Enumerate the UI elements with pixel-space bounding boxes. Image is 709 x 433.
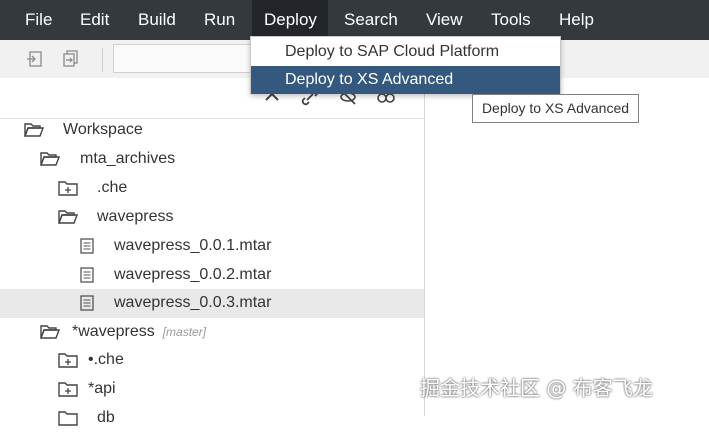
- watermark: 掘金技术社区 @ 布客飞龙: [420, 376, 653, 400]
- branch-label: [master]: [162, 325, 207, 339]
- tree-label: wavepress: [97, 208, 174, 225]
- tree-item-api[interactable]: *api: [0, 375, 424, 404]
- tree-label: *wavepress [master]: [72, 323, 206, 341]
- import-icon[interactable]: [26, 50, 44, 68]
- menu-bar: File Edit Build Run Deploy Search View T…: [0, 0, 709, 40]
- tree-item-wavepress-folder[interactable]: wavepress: [0, 203, 424, 232]
- export-icon[interactable]: [62, 50, 80, 68]
- tree-item-mta-archives[interactable]: mta_archives: [0, 145, 424, 174]
- tooltip: Deploy to XS Advanced: [472, 94, 639, 123]
- folder-open-icon: [24, 123, 44, 137]
- file-icon: [80, 295, 94, 311]
- folder-closed-icon: [58, 353, 78, 368]
- menu-item-deploy-scp[interactable]: Deploy to SAP Cloud Platform: [251, 38, 560, 66]
- tree-item-che[interactable]: .che: [0, 174, 424, 203]
- project-name: wavepress: [78, 323, 155, 340]
- folder-open-icon: [40, 325, 60, 339]
- file-icon: [80, 238, 94, 254]
- tree-item-db[interactable]: db: [0, 404, 424, 433]
- folder-closed-icon: [58, 382, 78, 397]
- menu-edit[interactable]: Edit: [70, 0, 120, 40]
- tree-item-file-3[interactable]: wavepress_0.0.3.mtar: [0, 289, 424, 318]
- menu-run[interactable]: Run: [194, 0, 244, 40]
- folder-closed-icon: [58, 411, 78, 426]
- menu-file[interactable]: File: [14, 0, 65, 40]
- tree-label: .che: [97, 179, 128, 196]
- toolbar-separator: [102, 48, 103, 72]
- file-icon: [80, 267, 94, 283]
- tree-label: *api: [88, 380, 116, 398]
- tree-label: mta_archives: [80, 150, 176, 167]
- tree-item-file-2[interactable]: wavepress_0.0.2.mtar: [0, 261, 424, 290]
- tree-label: •.che: [88, 351, 124, 368]
- folder-open-icon: [40, 152, 60, 166]
- tree-item-wavepress-project[interactable]: *wavepress [master]: [0, 318, 424, 347]
- menu-build[interactable]: Build: [128, 0, 188, 40]
- menu-help[interactable]: Help: [549, 0, 609, 40]
- folder-open-icon: [58, 210, 78, 224]
- tree-label: wavepress_0.0.3.mtar: [114, 294, 272, 311]
- workspace-pane: Workspace mta_archives .che wavepress wa…: [0, 78, 425, 426]
- tree-label: db: [97, 409, 115, 426]
- folder-name: api: [94, 380, 116, 397]
- menu-search[interactable]: Search: [334, 0, 414, 40]
- editor-area: [425, 78, 709, 416]
- menu-deploy[interactable]: Deploy: [252, 0, 328, 40]
- tree-item-file-1[interactable]: wavepress_0.0.1.mtar: [0, 232, 424, 261]
- tree-label: wavepress_0.0.1.mtar: [114, 237, 272, 254]
- tree-item-workspace[interactable]: Workspace: [0, 116, 424, 145]
- tree-item-che-2[interactable]: •.che: [0, 346, 424, 375]
- menu-view[interactable]: View: [416, 0, 476, 40]
- menu-item-deploy-xsa[interactable]: Deploy to XS Advanced: [251, 66, 560, 94]
- tree-label: wavepress_0.0.2.mtar: [114, 266, 272, 283]
- tree-label: Workspace: [63, 121, 143, 138]
- menu-tools[interactable]: Tools: [481, 0, 541, 40]
- folder-closed-icon: [58, 181, 78, 196]
- deploy-dropdown-menu: Deploy to SAP Cloud Platform Deploy to X…: [250, 36, 561, 94]
